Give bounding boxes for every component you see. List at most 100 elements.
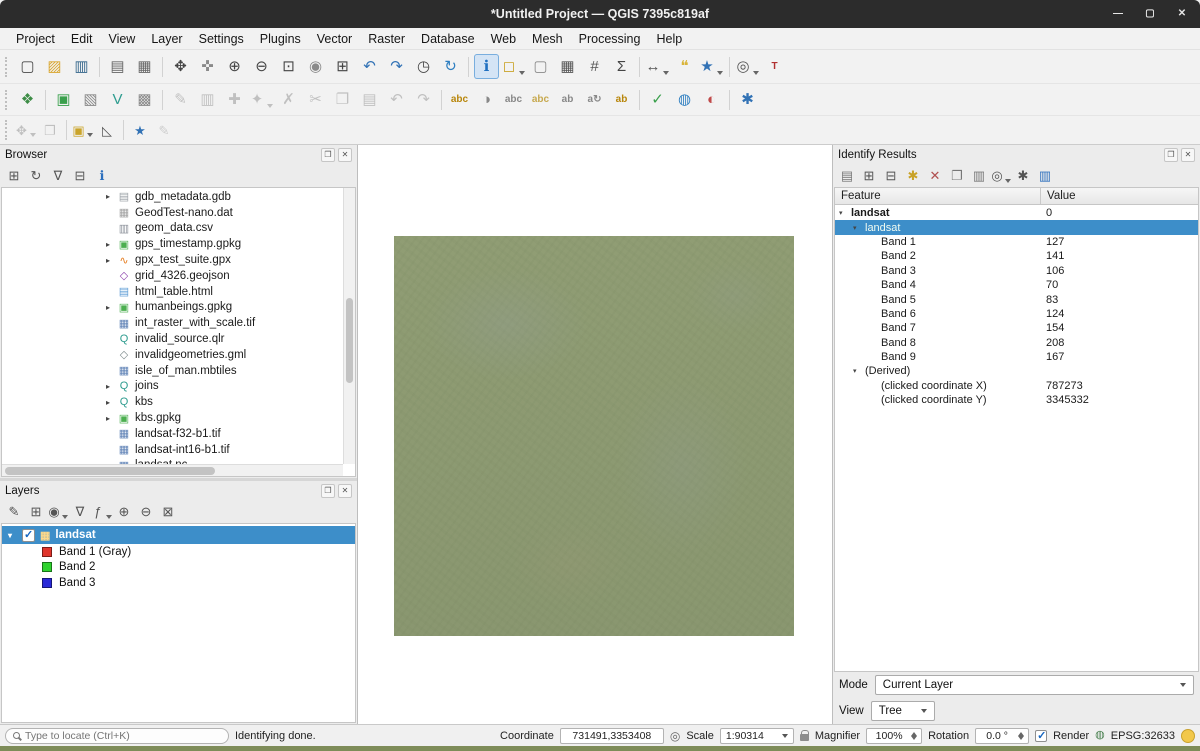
expand-arrow-icon[interactable]: ▸ bbox=[106, 303, 117, 312]
scale-lock-icon[interactable] bbox=[800, 734, 809, 741]
browser-item[interactable]: ▸ ▣ gps_timestamp.gpkg bbox=[2, 236, 343, 252]
browser-item[interactable]: ▦ GeodTest-nano.dat bbox=[2, 205, 343, 221]
map-canvas[interactable] bbox=[358, 145, 832, 724]
mode-select[interactable]: Current Layer bbox=[875, 675, 1194, 695]
browser-item[interactable]: ▦ int_raster_with_scale.tif bbox=[2, 315, 343, 331]
new-3d-map-button[interactable]: ▣ bbox=[72, 119, 94, 141]
identify-result-row[interactable]: Band 2 141 bbox=[835, 249, 1198, 263]
identify-result-row[interactable]: ▾ (Derived) bbox=[835, 364, 1198, 378]
zoom-to-layer-button[interactable]: ⊞ bbox=[330, 54, 355, 79]
coordinate-input[interactable]: 731491,3353408 bbox=[560, 728, 664, 744]
change-label-button[interactable]: ab bbox=[609, 87, 634, 112]
processing-toolbox-button[interactable]: ✱ bbox=[735, 87, 760, 112]
rotate-label-button[interactable]: a↻ bbox=[582, 87, 607, 112]
zoom-last-button[interactable]: ↶ bbox=[357, 54, 382, 79]
menu-item[interactable]: Layer bbox=[143, 30, 190, 48]
select-features-button[interactable]: ◻ bbox=[501, 54, 526, 79]
minimize-button[interactable]: — bbox=[1110, 6, 1126, 22]
zoom-to-selection-button[interactable]: ◉ bbox=[303, 54, 328, 79]
data-source-manager-button[interactable]: ❖ bbox=[15, 87, 40, 112]
layout-manager-button[interactable]: ▦ bbox=[132, 54, 157, 79]
menu-item[interactable]: Web bbox=[483, 30, 524, 48]
new-spatial-bookmark-button[interactable]: ★ bbox=[129, 119, 151, 141]
new-bookmark-button[interactable]: ★ bbox=[699, 54, 724, 79]
layers-close-button[interactable]: ✕ bbox=[338, 484, 352, 498]
expand-new-results-button[interactable]: ✱ bbox=[903, 166, 923, 186]
new-shapefile-layer-button[interactable]: ▧ bbox=[78, 87, 103, 112]
identify-settings-button[interactable]: ✱ bbox=[1013, 166, 1033, 186]
pan-to-selection-button[interactable]: ✜ bbox=[195, 54, 220, 79]
zoom-out-button[interactable]: ⊖ bbox=[249, 54, 274, 79]
show-unplaced-labels-button[interactable]: T bbox=[762, 54, 787, 79]
expand-all-button[interactable]: ⊕ bbox=[114, 502, 134, 522]
layer-diagram-button[interactable]: ◑ bbox=[474, 87, 499, 112]
temporal-controller-button[interactable]: ◷ bbox=[411, 54, 436, 79]
collapse-all-button[interactable]: ⊖ bbox=[136, 502, 156, 522]
messages-icon[interactable] bbox=[1181, 729, 1195, 743]
refresh-button[interactable]: ↻ bbox=[26, 166, 46, 186]
new-project-button[interactable]: ▢ bbox=[15, 54, 40, 79]
browser-item[interactable]: ▸ ▣ kbs.gpkg bbox=[2, 410, 343, 426]
band-item[interactable]: Band 3 bbox=[2, 575, 355, 591]
identify-float-button[interactable]: ❐ bbox=[1164, 148, 1178, 162]
pin-labels-button[interactable]: abc bbox=[501, 87, 526, 112]
layer-visibility-checkbox[interactable] bbox=[22, 529, 35, 542]
move-label-button[interactable]: ab bbox=[555, 87, 580, 112]
menu-item[interactable]: View bbox=[100, 30, 143, 48]
browser-float-button[interactable]: ❐ bbox=[321, 148, 335, 162]
crs-status[interactable]: EPSG:32633 bbox=[1111, 730, 1175, 742]
browser-item[interactable]: ▦ landsat-f32-b1.tif bbox=[2, 426, 343, 442]
identify-result-row[interactable]: ▾ landsat 0 bbox=[835, 206, 1198, 220]
identify-result-row[interactable]: Band 9 167 bbox=[835, 350, 1198, 364]
collapse-arrow-icon[interactable]: ▾ bbox=[8, 531, 17, 540]
menu-item[interactable]: Settings bbox=[191, 30, 252, 48]
new-print-layout-button[interactable]: ▤ bbox=[105, 54, 130, 79]
browser-item[interactable]: ▸ Q joins bbox=[2, 379, 343, 395]
zoom-in-button[interactable]: ⊕ bbox=[222, 54, 247, 79]
expand-arrow-icon[interactable]: ▸ bbox=[106, 192, 117, 201]
identify-result-row[interactable]: Band 4 70 bbox=[835, 278, 1198, 292]
identify-result-row[interactable]: Band 6 124 bbox=[835, 307, 1198, 321]
refresh-map-button[interactable]: ↻ bbox=[438, 54, 463, 79]
properties-widget-button[interactable]: ℹ bbox=[92, 166, 112, 186]
identify-result-row[interactable]: (clicked coordinate X) 787273 bbox=[835, 379, 1198, 393]
layer-item-landsat[interactable]: ▾ ▦ landsat bbox=[2, 526, 355, 544]
maximize-button[interactable]: ▢ bbox=[1142, 6, 1158, 22]
map-themes-button[interactable]: ◉ bbox=[48, 502, 68, 522]
extents-toggle-icon[interactable]: ◎ bbox=[670, 729, 680, 743]
add-group-button[interactable]: ⊞ bbox=[26, 502, 46, 522]
clear-results-button[interactable]: ✕ bbox=[925, 166, 945, 186]
search-settings-button[interactable]: ◎ bbox=[735, 54, 760, 79]
osm-place-search-button[interactable]: ◍ bbox=[672, 87, 697, 112]
toolbar-handle[interactable] bbox=[5, 120, 10, 140]
filter-browser-button[interactable]: ∇ bbox=[48, 166, 68, 186]
view-select[interactable]: Tree bbox=[871, 701, 935, 721]
new-temporary-layer-button[interactable]: ▩ bbox=[132, 87, 157, 112]
save-project-button[interactable]: ▥ bbox=[69, 54, 94, 79]
open-form-button[interactable]: ▤ bbox=[837, 166, 857, 186]
filter-legend-button[interactable]: ∇ bbox=[70, 502, 90, 522]
identify-features-button[interactable]: ℹ bbox=[474, 54, 499, 79]
expand-arrow-icon[interactable]: ▸ bbox=[106, 382, 117, 391]
identify-result-row[interactable]: Band 7 154 bbox=[835, 321, 1198, 335]
layer-styling-button[interactable]: ✎ bbox=[4, 502, 24, 522]
browser-item[interactable]: ▦ isle_of_man.mbtiles bbox=[2, 363, 343, 379]
identify-mode-button[interactable]: ◎ bbox=[991, 166, 1011, 186]
layer-labeling-button[interactable]: abc bbox=[447, 87, 472, 112]
browser-item[interactable]: ▦ landsat-int16-b1.tif bbox=[2, 442, 343, 458]
menu-item[interactable]: Raster bbox=[360, 30, 413, 48]
highlight-labels-button[interactable]: abc bbox=[528, 87, 553, 112]
locator-input[interactable] bbox=[25, 730, 221, 742]
identify-close-button[interactable]: ✕ bbox=[1181, 148, 1195, 162]
browser-item[interactable]: ◇ grid_4326.geojson bbox=[2, 268, 343, 284]
field-calculator-button[interactable]: # bbox=[582, 54, 607, 79]
menu-item[interactable]: Database bbox=[413, 30, 483, 48]
open-project-button[interactable]: ▨ bbox=[42, 54, 67, 79]
expand-arrow-icon[interactable]: ▸ bbox=[106, 398, 117, 407]
expand-arrow-icon[interactable]: ▸ bbox=[106, 240, 117, 249]
help-button[interactable]: ▥ bbox=[1035, 166, 1055, 186]
new-virtual-layer-button[interactable]: V bbox=[105, 87, 130, 112]
new-geopackage-layer-button[interactable]: ▣ bbox=[51, 87, 76, 112]
menu-item[interactable]: Project bbox=[8, 30, 63, 48]
identify-result-row[interactable]: ▾ landsat bbox=[835, 220, 1198, 234]
